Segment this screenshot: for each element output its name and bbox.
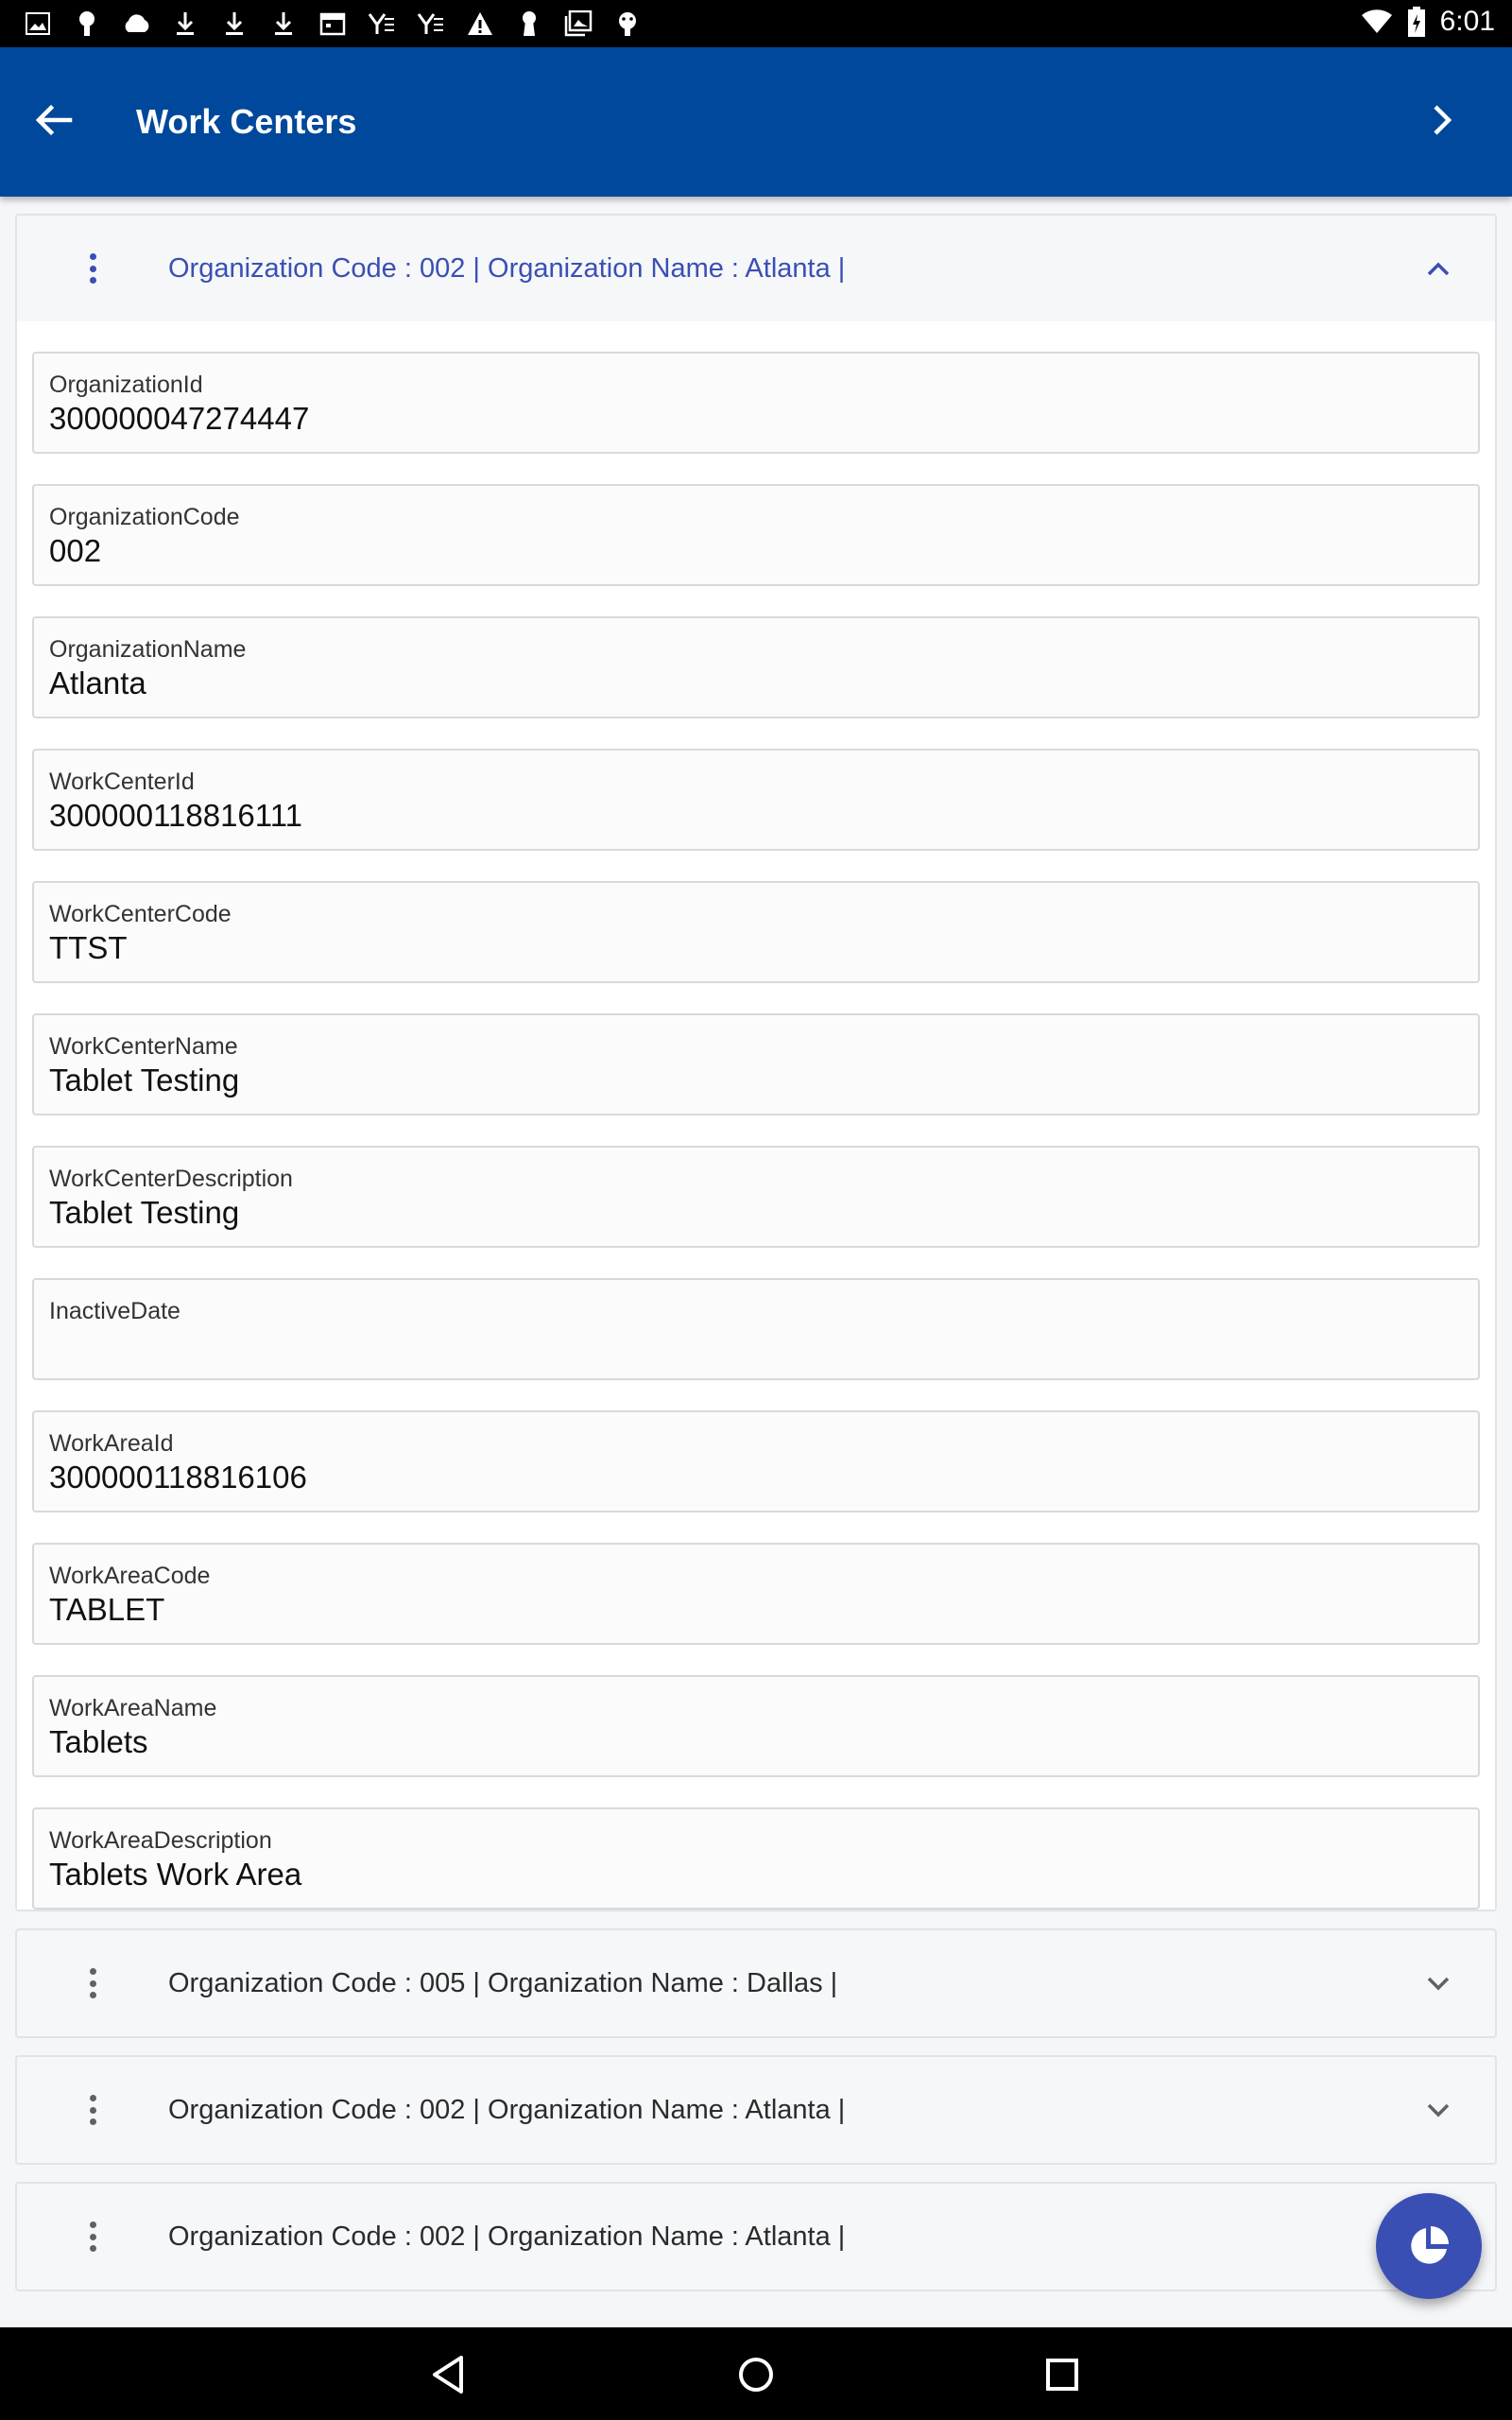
more-options-icon[interactable] [77, 2091, 108, 2129]
field-value: 300000118816111 [49, 798, 302, 833]
field-label: WorkCenterId [49, 769, 195, 795]
field-label: WorkAreaCode [49, 1563, 211, 1589]
recents-square-icon[interactable] [1036, 2348, 1089, 2401]
field-label: WorkAreaName [49, 1695, 217, 1721]
field-work-area-name[interactable]: WorkAreaName Tablets [32, 1675, 1480, 1777]
chevron-down-icon[interactable] [1419, 1964, 1457, 2002]
card-header[interactable]: Organization Code : 002 | Organization N… [17, 216, 1495, 321]
field-value: 002 [49, 533, 102, 568]
field-label: WorkCenterDescription [49, 1166, 293, 1192]
field-work-area-id[interactable]: WorkAreaId 300000118816106 [32, 1410, 1480, 1512]
app-bar: Work Centers [0, 47, 1512, 197]
yammer-icon [414, 8, 448, 40]
gallery-icon [561, 8, 595, 40]
download-icon [168, 8, 202, 40]
field-label: WorkAreaDescription [49, 1827, 272, 1854]
download-icon [266, 8, 301, 40]
status-bar: 6:01 [0, 0, 1512, 47]
work-center-card[interactable]: Organization Code : 002 | Organization N… [15, 2182, 1497, 2291]
back-arrow-icon[interactable] [30, 96, 77, 144]
field-value: Tablet Testing [49, 1063, 240, 1098]
work-center-card[interactable]: Organization Code : 005 | Organization N… [15, 1928, 1497, 2038]
field-label: OrganizationId [49, 372, 203, 398]
card-header-title: Organization Code : 002 | Organization N… [168, 2094, 846, 2125]
calendar-icon [316, 8, 350, 40]
field-label: OrganizationName [49, 636, 247, 663]
work-center-card-expanded: Organization Code : 002 | Organization N… [15, 214, 1497, 1911]
field-organization-name[interactable]: OrganizationName Atlanta [32, 616, 1480, 718]
system-tray: 6:01 [1361, 6, 1495, 38]
field-organization-code[interactable]: OrganizationCode 002 [32, 484, 1480, 586]
chevron-right-icon[interactable] [1419, 96, 1467, 144]
field-label: InactiveDate [49, 1298, 180, 1324]
chevron-down-icon[interactable] [1419, 2091, 1457, 2129]
field-value: 300000118816106 [49, 1460, 307, 1495]
field-work-center-name[interactable]: WorkCenterName Tablet Testing [32, 1013, 1480, 1115]
field-value: Tablet Testing [49, 1195, 240, 1230]
field-label: WorkCenterCode [49, 901, 232, 927]
field-work-area-code[interactable]: WorkAreaCode TABLET [32, 1543, 1480, 1645]
card-header[interactable]: Organization Code : 002 | Organization N… [17, 2184, 1495, 2290]
image-icon [21, 8, 55, 40]
more-options-icon[interactable] [77, 250, 108, 287]
chevron-up-icon[interactable] [1419, 250, 1457, 287]
field-value: Atlanta [49, 666, 146, 700]
system-navigation-bar [0, 2327, 1512, 2420]
keyhole-icon [512, 8, 546, 40]
field-work-center-code[interactable]: WorkCenterCode TTST [32, 881, 1480, 983]
battery-icon [1407, 7, 1425, 37]
card-header-title: Organization Code : 002 | Organization N… [168, 252, 846, 284]
cloud-icon [119, 8, 153, 40]
home-circle-icon[interactable] [730, 2348, 782, 2401]
pie-chart-icon [1411, 2226, 1449, 2264]
wifi-icon [1361, 9, 1392, 33]
field-organization-id[interactable]: OrganizationId 300000047274447 [32, 352, 1480, 454]
field-work-center-id[interactable]: WorkCenterId 300000118816111 [32, 749, 1480, 851]
warning-icon [463, 8, 497, 40]
field-inactive-date[interactable]: InactiveDate [32, 1278, 1480, 1380]
field-work-area-description[interactable]: WorkAreaDescription Tablets Work Area [32, 1807, 1480, 1910]
card-header[interactable]: Organization Code : 002 | Organization N… [17, 2057, 1495, 2163]
field-value: TTST [49, 930, 128, 965]
work-center-card[interactable]: Organization Code : 002 | Organization N… [15, 2055, 1497, 2165]
download-icon [217, 8, 251, 40]
notification-icons [21, 8, 644, 40]
field-value: Tablets [49, 1724, 148, 1759]
field-value: Tablets Work Area [49, 1857, 302, 1892]
field-label: WorkCenterName [49, 1033, 238, 1060]
field-value: TABLET [49, 1592, 165, 1627]
yammer-icon [365, 8, 399, 40]
page-title: Work Centers [136, 102, 357, 141]
field-label: WorkAreaId [49, 1430, 174, 1457]
more-options-icon[interactable] [77, 2218, 108, 2256]
work-centers-list: Organization Code : 002 | Organization N… [15, 214, 1497, 2291]
android-icon [70, 8, 104, 40]
card-header[interactable]: Organization Code : 005 | Organization N… [17, 1930, 1495, 2036]
chart-fab-button[interactable] [1376, 2193, 1482, 2299]
clock: 6:01 [1439, 6, 1495, 37]
card-header-title: Organization Code : 005 | Organization N… [168, 1967, 838, 1998]
field-label: OrganizationCode [49, 504, 240, 530]
field-work-center-description[interactable]: WorkCenterDescription Tablet Testing [32, 1146, 1480, 1248]
android-icon [610, 8, 644, 40]
card-header-title: Organization Code : 002 | Organization N… [168, 2221, 846, 2252]
more-options-icon[interactable] [77, 1964, 108, 2002]
detail-fields: OrganizationId 300000047274447 Organizat… [17, 321, 1495, 1910]
back-triangle-icon[interactable] [423, 2348, 476, 2401]
field-value: 300000047274447 [49, 401, 310, 436]
